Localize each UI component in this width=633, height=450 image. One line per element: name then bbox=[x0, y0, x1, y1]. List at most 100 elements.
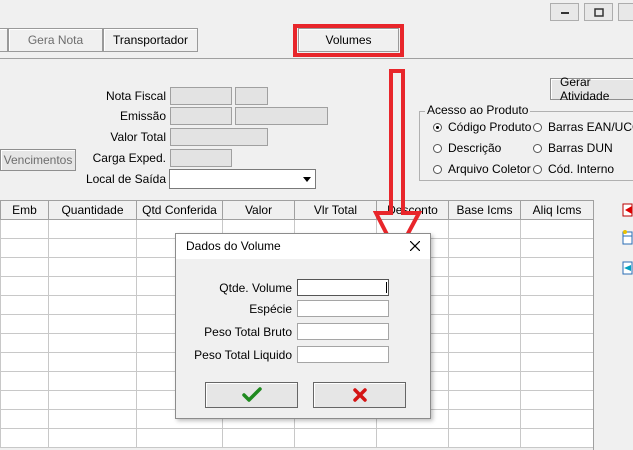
table-cell[interactable] bbox=[0, 238, 49, 258]
radio-arquivo-coletor[interactable]: Arquivo Coletor bbox=[433, 162, 531, 176]
gerar-atividade-button[interactable]: Gerar Atividade bbox=[550, 75, 633, 103]
peso-bruto-input[interactable] bbox=[297, 323, 389, 340]
table-cell[interactable] bbox=[520, 276, 594, 296]
especie-input[interactable] bbox=[297, 300, 389, 317]
table-cell[interactable] bbox=[520, 371, 594, 391]
table-cell[interactable] bbox=[48, 219, 137, 239]
valor-total-field[interactable] bbox=[170, 128, 268, 146]
table-cell[interactable] bbox=[48, 428, 137, 448]
table-cell[interactable] bbox=[48, 390, 137, 410]
transportador-button[interactable]: Transportador bbox=[103, 28, 198, 52]
dropdown-button[interactable] bbox=[299, 171, 314, 187]
table-cell[interactable] bbox=[448, 295, 521, 315]
table-cell[interactable] bbox=[0, 390, 49, 410]
table-cell[interactable] bbox=[48, 276, 137, 296]
table-cell[interactable] bbox=[0, 409, 49, 429]
table-cell[interactable] bbox=[520, 333, 594, 353]
col-base-icms[interactable]: Base Icms bbox=[448, 200, 521, 220]
table-cell[interactable] bbox=[48, 333, 137, 353]
table-cell[interactable] bbox=[448, 276, 521, 296]
table-cell[interactable] bbox=[0, 314, 49, 334]
radio-label: Descrição bbox=[448, 141, 502, 155]
close-icon bbox=[410, 241, 420, 251]
close-button[interactable] bbox=[618, 3, 633, 21]
x-icon bbox=[352, 388, 367, 402]
table-cell[interactable] bbox=[448, 409, 521, 429]
radio-barras-ean[interactable]: Barras EAN/UCC bbox=[533, 120, 633, 134]
nota-fiscal-serie-field[interactable] bbox=[235, 87, 268, 105]
table-cell[interactable] bbox=[0, 428, 49, 448]
col-vlr-total[interactable]: Vlr Total bbox=[294, 200, 377, 220]
table-cell[interactable] bbox=[376, 428, 449, 448]
tool-button-1[interactable] bbox=[622, 200, 633, 220]
radio-icon bbox=[533, 143, 542, 153]
emissao-field[interactable] bbox=[170, 107, 232, 125]
table-cell[interactable] bbox=[520, 390, 594, 410]
table-cell[interactable] bbox=[448, 428, 521, 448]
table-cell[interactable] bbox=[48, 257, 137, 277]
carga-exped-field[interactable] bbox=[170, 149, 232, 167]
table-cell[interactable] bbox=[448, 352, 521, 372]
table-cell[interactable] bbox=[0, 371, 49, 391]
ok-button[interactable] bbox=[205, 382, 298, 408]
table-cell[interactable] bbox=[0, 257, 49, 277]
table-cell[interactable] bbox=[520, 352, 594, 372]
local-saida-select[interactable] bbox=[169, 169, 316, 189]
table-cell[interactable] bbox=[0, 333, 49, 353]
table-cell[interactable] bbox=[448, 219, 521, 239]
table-cell[interactable] bbox=[0, 295, 49, 315]
especie-label: Espécie bbox=[249, 302, 292, 316]
table-cell[interactable] bbox=[520, 257, 594, 277]
qtde-volume-input[interactable] bbox=[297, 279, 389, 296]
table-cell[interactable] bbox=[48, 409, 137, 429]
table-cell[interactable] bbox=[48, 371, 137, 391]
cancel-button[interactable] bbox=[313, 382, 406, 408]
table-cell[interactable] bbox=[448, 371, 521, 391]
col-aliq-icms[interactable]: Aliq Icms bbox=[520, 200, 594, 220]
table-cell[interactable] bbox=[520, 295, 594, 315]
table-cell[interactable] bbox=[294, 428, 377, 448]
table-cell[interactable] bbox=[520, 238, 594, 258]
table-cell[interactable] bbox=[448, 390, 521, 410]
minimize-button[interactable] bbox=[550, 3, 579, 21]
col-valor[interactable]: Valor bbox=[222, 200, 295, 220]
table-cell[interactable] bbox=[448, 257, 521, 277]
table-cell[interactable] bbox=[48, 314, 137, 334]
gera-nota-button[interactable]: Gera Nota bbox=[8, 28, 103, 52]
tool-button-3[interactable] bbox=[622, 258, 633, 278]
col-quantidade[interactable]: Quantidade bbox=[48, 200, 137, 220]
radio-label: Barras DUN bbox=[548, 141, 613, 155]
table-cell[interactable] bbox=[448, 333, 521, 353]
table-cell[interactable] bbox=[0, 276, 49, 296]
radio-descricao[interactable]: Descrição bbox=[433, 141, 501, 155]
table-cell[interactable] bbox=[136, 428, 223, 448]
table-cell[interactable] bbox=[222, 428, 295, 448]
radio-cod-interno[interactable]: Cód. Interno bbox=[533, 162, 614, 176]
table-cell[interactable] bbox=[520, 428, 594, 448]
restore-button[interactable] bbox=[584, 3, 613, 21]
toolbar-button-prev[interactable] bbox=[0, 28, 8, 52]
radio-label: Cód. Interno bbox=[548, 162, 615, 176]
table-cell[interactable] bbox=[48, 352, 137, 372]
table-cell[interactable] bbox=[520, 409, 594, 429]
tool-button-2[interactable] bbox=[622, 228, 633, 248]
table-cell[interactable] bbox=[448, 238, 521, 258]
radio-barras-dun[interactable]: Barras DUN bbox=[533, 141, 613, 155]
radio-codigo-produto[interactable]: Código Produto bbox=[433, 120, 531, 134]
table-cell[interactable] bbox=[48, 238, 137, 258]
table-cell[interactable] bbox=[520, 219, 594, 239]
peso-liquido-input[interactable] bbox=[297, 346, 389, 363]
table-cell[interactable] bbox=[48, 295, 137, 315]
table-add-icon bbox=[622, 230, 633, 245]
exit-arrow-icon bbox=[622, 203, 633, 217]
col-qtd-conferida[interactable]: Qtd Conferida bbox=[136, 200, 223, 220]
table-row[interactable] bbox=[0, 428, 594, 448]
table-cell[interactable] bbox=[448, 314, 521, 334]
table-cell[interactable] bbox=[520, 314, 594, 334]
col-emb[interactable]: Emb bbox=[0, 200, 49, 220]
dialog-close-button[interactable] bbox=[404, 236, 426, 256]
nota-fiscal-field[interactable] bbox=[170, 87, 232, 105]
table-cell[interactable] bbox=[0, 352, 49, 372]
emissao-hora-field[interactable] bbox=[235, 107, 328, 125]
table-cell[interactable] bbox=[0, 219, 49, 239]
